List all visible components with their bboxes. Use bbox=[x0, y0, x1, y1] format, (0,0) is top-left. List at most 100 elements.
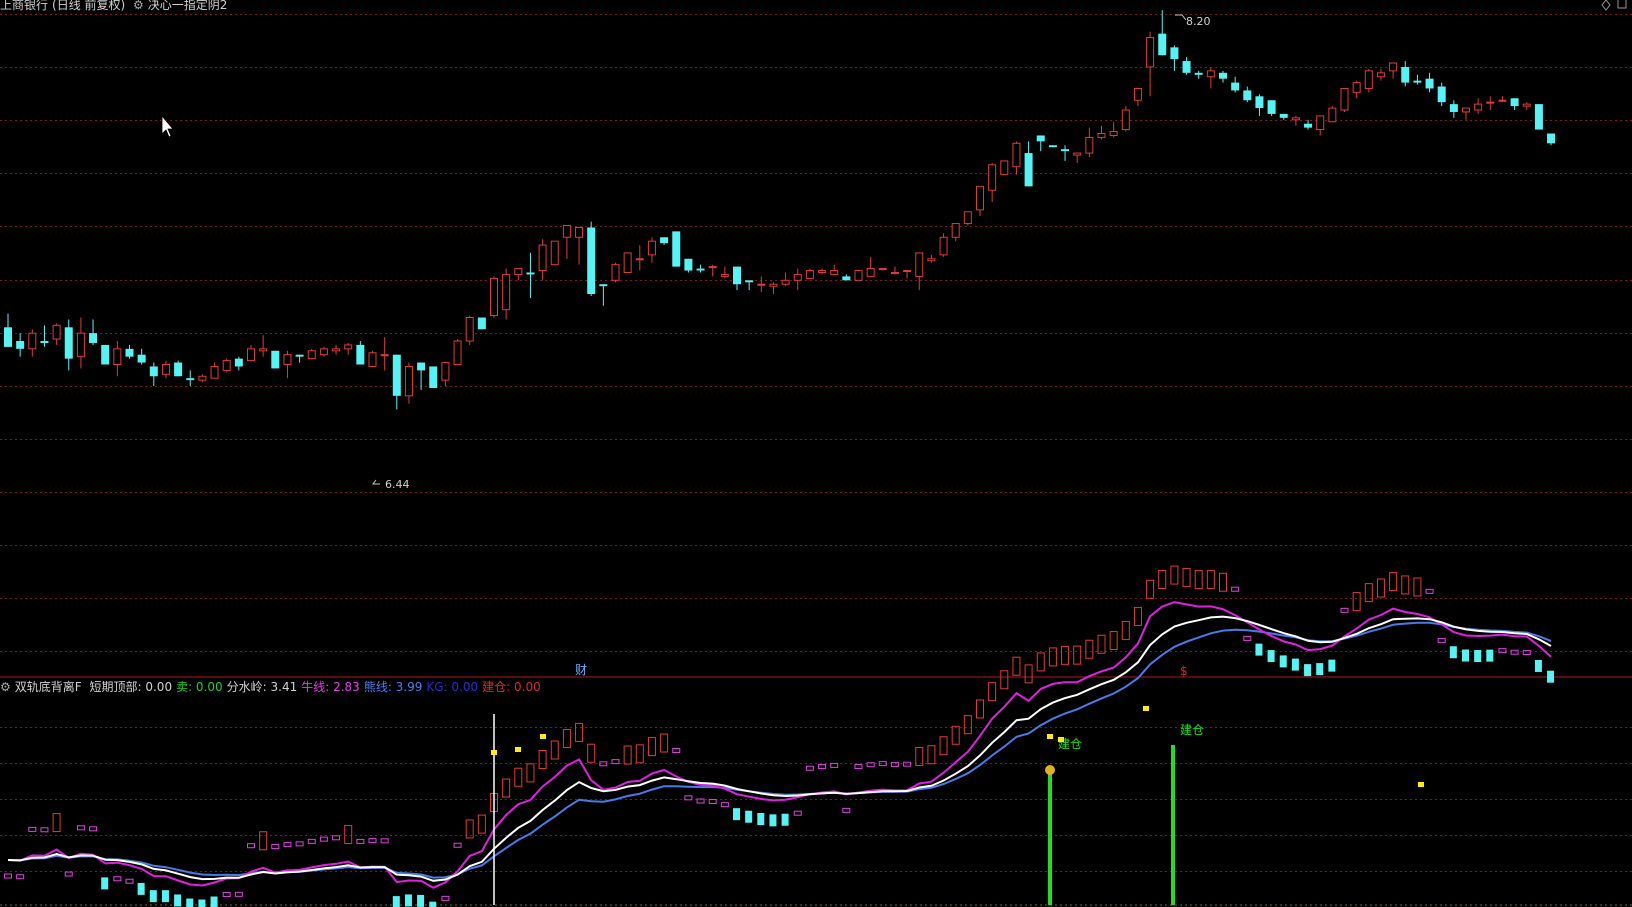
hist-bar-up bbox=[635, 744, 644, 764]
candle-body-up bbox=[538, 244, 547, 272]
candle-body-down bbox=[1024, 153, 1033, 187]
candle-body-up bbox=[1474, 103, 1483, 111]
candle-body-up bbox=[210, 365, 219, 379]
hist-bar-up bbox=[344, 825, 353, 845]
hist-bar-down bbox=[745, 810, 753, 823]
candle-body-down bbox=[1048, 145, 1057, 148]
hist-bar-up bbox=[526, 763, 535, 783]
candle-body-down bbox=[1267, 100, 1276, 114]
hist-bar-up bbox=[1109, 631, 1118, 651]
indicator-item-3: 牛线: 2.83 bbox=[301, 680, 360, 694]
hist-bar-down bbox=[101, 877, 109, 890]
candle-body-down bbox=[696, 268, 705, 271]
indicator-item-4: 熊线: 3.99 bbox=[363, 680, 423, 694]
hist-bar-down bbox=[186, 898, 194, 907]
candle-body-up bbox=[830, 270, 839, 275]
dollar-event-label[interactable]: $ bbox=[1180, 664, 1188, 678]
candle-body-up bbox=[1522, 103, 1531, 107]
candle-body-down bbox=[1061, 149, 1070, 152]
diamond-icon[interactable] bbox=[1601, 0, 1611, 11]
hist-bar-up bbox=[988, 682, 997, 702]
candle-body-up bbox=[344, 344, 353, 350]
candle-body-down bbox=[477, 317, 486, 330]
candle-body-up bbox=[465, 317, 474, 342]
hist-bar-up bbox=[538, 749, 547, 769]
candle-body-down bbox=[186, 378, 195, 381]
candle-body-down bbox=[1425, 78, 1434, 89]
candle-body-up bbox=[611, 264, 620, 281]
hist-bar-up bbox=[1146, 579, 1155, 599]
hist-bar-down bbox=[1316, 663, 1324, 676]
formula-name[interactable]: 决心一指定阴2 bbox=[148, 0, 228, 12]
hist-bar-down bbox=[1474, 650, 1482, 663]
hist-bar-down bbox=[769, 814, 777, 827]
hist-bar-flat bbox=[903, 761, 912, 767]
hist-bar-flat bbox=[720, 802, 729, 808]
candle-body-down bbox=[1170, 47, 1179, 60]
hist-bar-up bbox=[1012, 656, 1021, 676]
candle-body-down bbox=[745, 280, 754, 283]
candle-body-up bbox=[575, 226, 584, 238]
yellow-marker bbox=[1418, 782, 1424, 787]
hist-bar-flat bbox=[332, 835, 341, 841]
indicator-name[interactable]: 双轨底背离F bbox=[15, 680, 82, 694]
indicator-item-0: 短期顶部: 0.00 bbox=[89, 680, 173, 694]
candle-body-up bbox=[1462, 107, 1470, 113]
candle-body-down bbox=[89, 333, 98, 343]
indicator-gear-icon[interactable]: ⚙ bbox=[0, 680, 11, 694]
candle-body-up bbox=[404, 365, 413, 397]
candle-body-down bbox=[149, 366, 158, 377]
candle-body-up bbox=[915, 252, 924, 277]
hist-bar-up bbox=[623, 745, 632, 765]
hist-bar-flat bbox=[1510, 649, 1519, 655]
hist-bar-down bbox=[1255, 643, 1263, 656]
candle-body-up bbox=[198, 375, 207, 381]
hist-bar-up bbox=[1376, 578, 1385, 598]
candle-body-down bbox=[125, 348, 134, 357]
watershed-line bbox=[7, 615, 1552, 882]
candle-body-up bbox=[1291, 117, 1300, 121]
candle-body-up bbox=[453, 340, 462, 366]
hist-bar-flat bbox=[247, 843, 255, 849]
cai-event-label[interactable]: 财 bbox=[575, 663, 587, 677]
hist-bar-flat bbox=[234, 891, 243, 897]
hist-bar-up bbox=[1036, 652, 1045, 672]
hist-bar-flat bbox=[793, 810, 802, 816]
low-price-arrow bbox=[372, 479, 380, 485]
hist-bar-flat bbox=[4, 873, 12, 879]
hist-bar-flat bbox=[125, 878, 134, 884]
hist-bar-up bbox=[1182, 567, 1191, 587]
candle-body-up bbox=[368, 352, 377, 367]
candle-body-up bbox=[805, 270, 814, 279]
candlestick-series bbox=[4, 10, 1556, 410]
candle-body-up bbox=[720, 273, 729, 277]
candle-body-up bbox=[514, 268, 523, 275]
hist-bar-down bbox=[404, 894, 412, 907]
hist-bar-up bbox=[1413, 577, 1422, 597]
candle-body-down bbox=[587, 227, 596, 295]
candle-body-up bbox=[1486, 101, 1495, 104]
hist-bar-flat bbox=[76, 825, 85, 831]
symbol-name[interactable]: 上商银行 bbox=[0, 0, 48, 12]
hist-bar-down bbox=[1547, 670, 1555, 683]
candle-body-up bbox=[635, 258, 644, 261]
hist-bar-flat bbox=[1498, 648, 1507, 654]
candle-body-up bbox=[490, 277, 498, 317]
hist-bar-down bbox=[429, 901, 437, 907]
price-markers: 8.20 6.44 bbox=[372, 14, 1211, 491]
candle-body-up bbox=[1206, 70, 1215, 78]
yellow-marker bbox=[491, 750, 497, 755]
hist-bar-flat bbox=[1437, 637, 1446, 643]
hist-bar-up bbox=[1194, 570, 1203, 590]
hist-bar-flat bbox=[222, 892, 231, 898]
hist-bar-flat bbox=[1340, 607, 1349, 613]
candle-body-down bbox=[1194, 72, 1203, 75]
candle-body-up bbox=[963, 211, 972, 225]
candle-body-down bbox=[1182, 61, 1191, 73]
hist-bar-up bbox=[976, 699, 984, 719]
candle-body-up bbox=[890, 271, 899, 274]
window-box-icon[interactable] bbox=[1617, 0, 1627, 9]
hist-bar-flat bbox=[842, 807, 851, 813]
formula-gear-icon[interactable]: ⚙ bbox=[133, 0, 144, 12]
hist-bar-flat bbox=[28, 826, 37, 832]
